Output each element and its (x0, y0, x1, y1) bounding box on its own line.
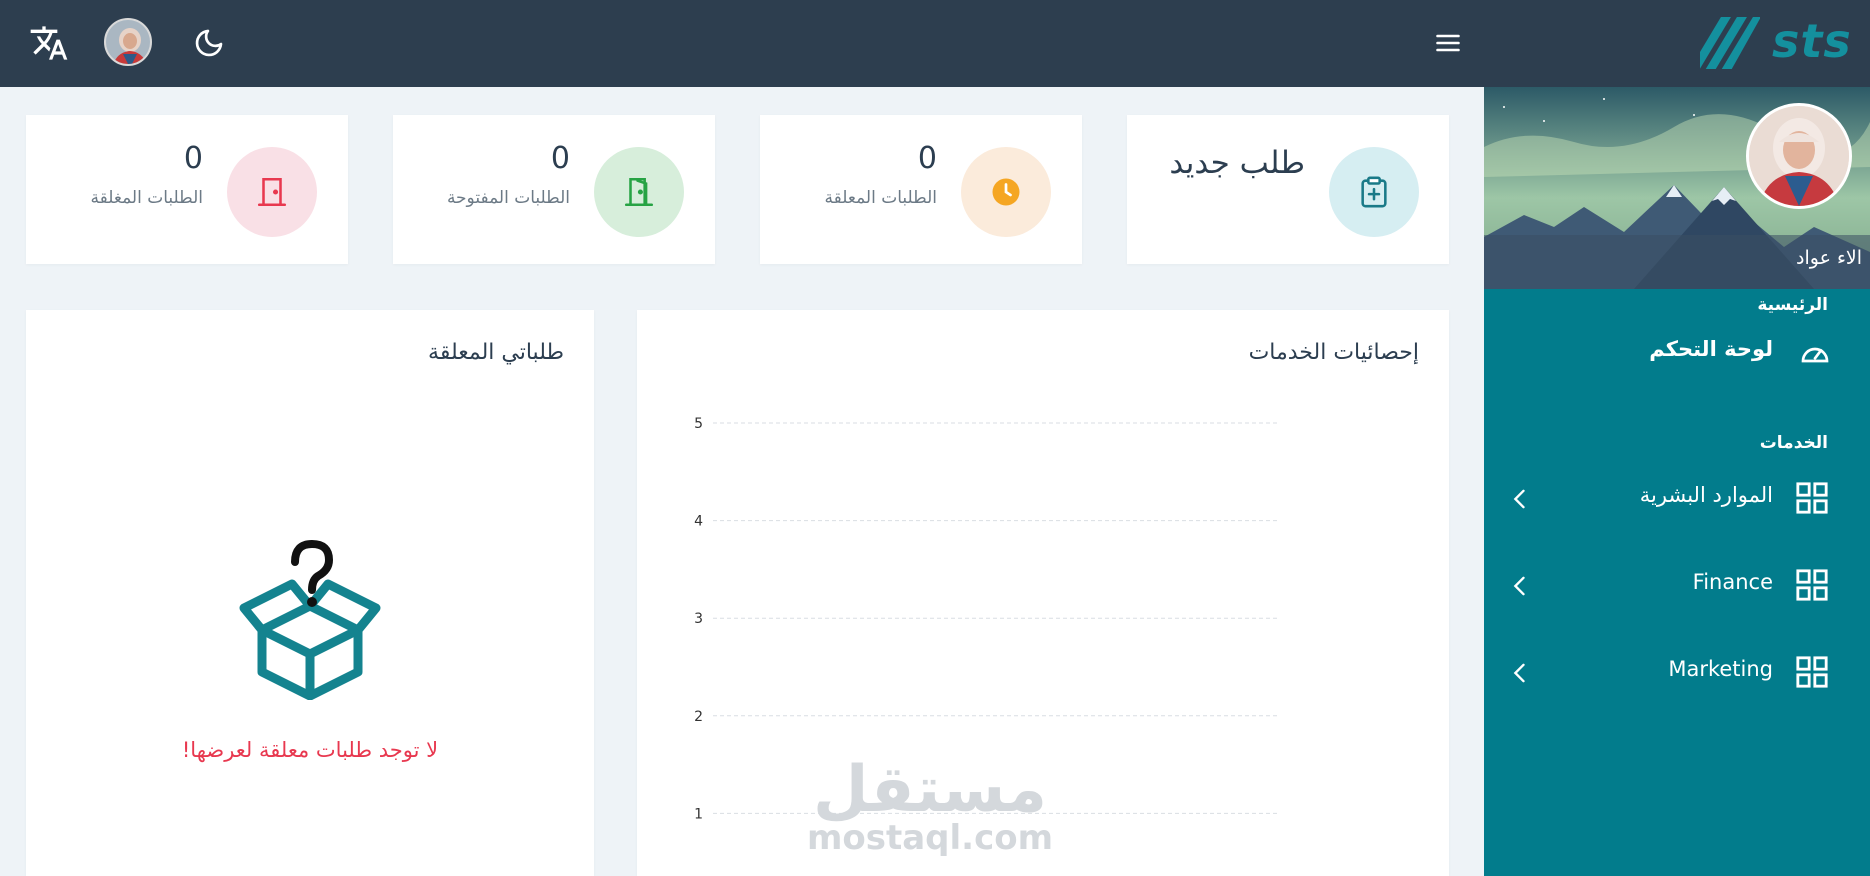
my-pending-title: طلباتي المعلقة (428, 340, 564, 365)
watermark-latin: mostaql.com (806, 818, 1054, 858)
section-main-heading: الرئيسية (1757, 295, 1828, 315)
door-closed-icon (257, 177, 287, 207)
sidebar-item-hr[interactable]: الموارد البشرية (1484, 469, 1870, 529)
app-logo[interactable]: sts (1700, 8, 1870, 74)
speedometer-icon (1801, 347, 1829, 363)
sidebar-item-label: Finance (1692, 570, 1773, 594)
closed-requests-card[interactable]: 0 الطلبات المغلقة (26, 115, 348, 264)
profile-avatar[interactable] (1746, 103, 1852, 209)
chart-y-tick-label: 2 (694, 709, 703, 725)
pending-icon-circle (961, 147, 1051, 237)
chart-y-tick-label: 1 (694, 806, 703, 822)
watermark-arabic: مستقل (812, 753, 1048, 827)
pending-label: الطلبات المعلقة (824, 188, 937, 208)
closed-label: الطلبات المغلقة (90, 188, 203, 208)
logo-text: sts (1772, 14, 1852, 68)
closed-count: 0 (183, 141, 203, 176)
chart-y-tick-label: 4 (694, 514, 703, 530)
open-label: الطلبات المفتوحة (446, 188, 570, 208)
new-request-card[interactable]: طلب جديد (1127, 115, 1449, 264)
profile-banner: الاء عواد (1484, 87, 1870, 289)
my-pending-panel: طلباتي المعلقة لا توجد طلبات معلقة لعرضه… (26, 310, 594, 876)
moon-icon[interactable] (184, 18, 234, 68)
new-request-icon-circle (1329, 147, 1419, 237)
empty-box-icon (239, 540, 381, 700)
chevron-left-icon (1513, 576, 1525, 596)
user-avatar[interactable] (104, 18, 152, 66)
translate-icon[interactable] (24, 18, 74, 68)
logo-stripes-icon (1700, 17, 1760, 69)
chart-y-tick-label: 3 (694, 611, 703, 627)
grid-icon (1796, 482, 1828, 514)
sidebar: الاء عواد الرئيسية لوحة التحكم الخدمات ا… (1484, 87, 1870, 876)
chevron-left-icon (1513, 489, 1525, 509)
section-services-heading: الخدمات (1759, 433, 1828, 453)
chart-y-tick-label: 5 (694, 416, 703, 432)
clipboard-plus-icon (1361, 176, 1387, 208)
sidebar-item-label: الموارد البشرية (1639, 483, 1773, 507)
pending-requests-card[interactable]: 0 الطلبات المعلقة (760, 115, 1082, 264)
chevron-left-icon (1513, 663, 1525, 683)
top-bar: sts (0, 0, 1870, 87)
profile-name: الاء عواد (1796, 247, 1862, 269)
pending-count: 0 (917, 141, 937, 176)
open-count: 0 (550, 141, 570, 176)
menu-icon[interactable] (1423, 18, 1473, 68)
closed-icon-circle (227, 147, 317, 237)
grid-icon (1796, 656, 1828, 688)
grid-icon (1796, 569, 1828, 601)
new-request-label: طلب جديد (1169, 145, 1305, 181)
sidebar-item-label: لوحة التحكم (1649, 337, 1773, 361)
empty-pending-message: لا توجد طلبات معلقة لعرضها! (181, 738, 439, 762)
sidebar-item-label: Marketing (1668, 657, 1773, 681)
sidebar-item-finance[interactable]: Finance (1484, 556, 1870, 616)
sidebar-item-marketing[interactable]: Marketing (1484, 643, 1870, 703)
door-open-icon (624, 177, 654, 207)
clock-icon (992, 178, 1020, 206)
open-requests-card[interactable]: 0 الطلبات المفتوحة (393, 115, 715, 264)
sidebar-item-dashboard[interactable]: لوحة التحكم (1484, 323, 1870, 383)
open-icon-circle (594, 147, 684, 237)
